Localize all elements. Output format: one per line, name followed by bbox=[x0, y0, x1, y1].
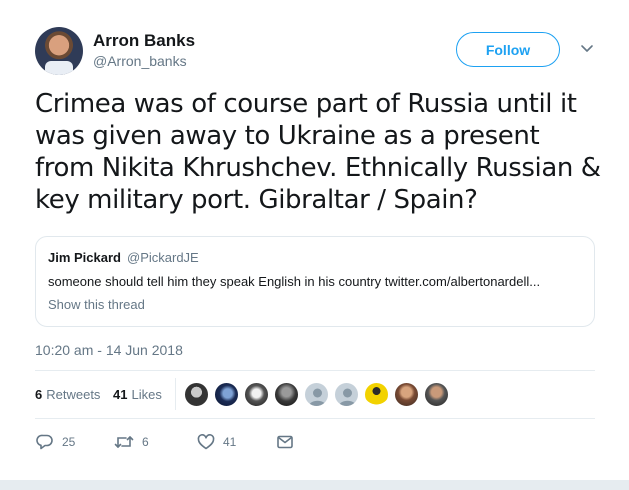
timeline-background bbox=[0, 480, 629, 490]
reply-icon bbox=[36, 434, 53, 450]
quoted-user-name: Jim Pickard bbox=[48, 250, 121, 265]
likes-count: 41 bbox=[113, 387, 128, 402]
like-count: 41 bbox=[223, 435, 237, 449]
liker-avatar[interactable] bbox=[424, 382, 449, 407]
quoted-tweet[interactable]: Jim Pickard @PickardJE someone should te… bbox=[35, 236, 595, 327]
reply-button[interactable]: 25 bbox=[36, 433, 75, 451]
liker-avatar[interactable] bbox=[274, 382, 299, 407]
like-button[interactable]: 41 bbox=[197, 433, 236, 451]
stats-separator bbox=[175, 378, 176, 410]
user-handle[interactable]: @Arron_banks bbox=[93, 53, 187, 69]
like-icon bbox=[197, 434, 215, 450]
likes-label: Likes bbox=[131, 387, 162, 402]
tweet-card: Arron Banks @Arron_banks Follow Crimea w… bbox=[0, 0, 629, 480]
retweet-count: 6 bbox=[142, 435, 149, 449]
reply-count: 25 bbox=[62, 435, 76, 449]
follow-button[interactable]: Follow bbox=[456, 32, 560, 67]
avatar[interactable] bbox=[35, 27, 83, 75]
liker-avatar[interactable] bbox=[364, 382, 389, 407]
retweets-label: Retweets bbox=[46, 387, 101, 402]
show-thread-link[interactable]: Show this thread bbox=[48, 297, 145, 312]
chevron-down-icon[interactable] bbox=[580, 41, 594, 55]
retweets-count: 6 bbox=[35, 387, 43, 402]
divider bbox=[35, 370, 595, 371]
likes-stat[interactable]: 41 Likes bbox=[113, 387, 162, 402]
liker-avatar[interactable] bbox=[304, 382, 329, 407]
retweet-icon bbox=[114, 436, 134, 448]
quoted-text: someone should tell him they speak Engli… bbox=[48, 274, 541, 289]
message-icon bbox=[277, 435, 293, 449]
default-avatar-icon bbox=[309, 388, 326, 406]
liker-avatar[interactable] bbox=[214, 382, 239, 407]
liker-avatar[interactable] bbox=[184, 382, 209, 407]
direct-message-button[interactable] bbox=[276, 433, 294, 451]
retweets-stat[interactable]: 6 Retweets bbox=[35, 387, 100, 402]
user-name[interactable]: Arron Banks bbox=[93, 31, 195, 51]
timestamp[interactable]: 10:20 am - 14 Jun 2018 bbox=[35, 342, 183, 358]
tweet-text: Crimea was of course part of Russia unti… bbox=[35, 89, 601, 215]
liker-avatar[interactable] bbox=[334, 382, 359, 407]
liker-avatar[interactable] bbox=[244, 382, 269, 407]
quoted-user-handle: @PickardJE bbox=[127, 250, 199, 265]
retweet-button[interactable]: 6 bbox=[114, 433, 149, 451]
default-avatar-icon bbox=[339, 388, 356, 406]
divider bbox=[35, 418, 595, 419]
liker-avatar[interactable] bbox=[394, 382, 419, 407]
